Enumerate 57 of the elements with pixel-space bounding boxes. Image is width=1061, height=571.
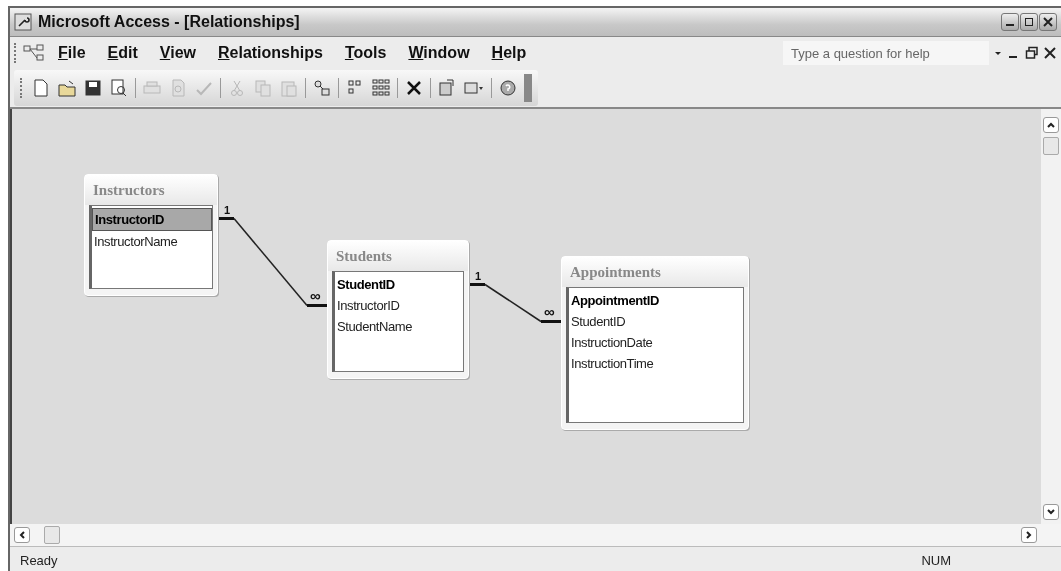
- close-icon: [1043, 17, 1053, 27]
- key-icon: [14, 13, 32, 31]
- restore-icon[interactable]: [1025, 46, 1039, 60]
- field-item[interactable]: StudentID: [335, 274, 463, 295]
- restore-button[interactable]: [1020, 13, 1038, 31]
- menu-item[interactable]: Tools: [335, 42, 396, 64]
- table-window[interactable]: Appointments AppointmentID StudentID InstructionDate InstructionTime: [561, 256, 749, 430]
- menu-item[interactable]: File: [49, 42, 95, 64]
- menu-item[interactable]: Window: [399, 42, 479, 64]
- up-chevron-icon: [1046, 120, 1056, 130]
- one-label: 1: [224, 203, 231, 216]
- field-item[interactable]: InstructorID: [335, 295, 463, 316]
- help-icon[interactable]: [498, 78, 518, 98]
- down-chevron-icon: [1046, 507, 1056, 517]
- relationships-icon[interactable]: [23, 44, 45, 62]
- window-title: Microsoft Access - [Relationships]: [38, 13, 301, 31]
- close-button[interactable]: [1039, 13, 1057, 31]
- field-item[interactable]: InstructorID: [92, 208, 212, 231]
- menu-item[interactable]: Help: [482, 42, 536, 64]
- one-label: 1: [475, 269, 482, 282]
- minimize-button[interactable]: [1001, 13, 1019, 31]
- field-item[interactable]: InstructionTime: [569, 353, 743, 374]
- scroll-thumb[interactable]: [44, 526, 60, 544]
- minimize-icon: [1006, 24, 1014, 26]
- status-text: Ready: [20, 552, 58, 568]
- relationship-line[interactable]: [233, 217, 308, 307]
- many-label: ∞: [310, 286, 321, 304]
- field-item[interactable]: InstructionDate: [569, 332, 743, 353]
- field-item[interactable]: InstructorName: [92, 231, 212, 252]
- right-chevron-icon: [1024, 530, 1034, 540]
- table-window[interactable]: Students StudentID InstructorID StudentName: [327, 240, 469, 379]
- new-file-icon[interactable]: [31, 78, 51, 98]
- menu-item[interactable]: Relationships: [209, 42, 332, 64]
- close-icon[interactable]: [1043, 46, 1057, 60]
- scroll-down-button[interactable]: [1043, 504, 1059, 520]
- open-folder-icon[interactable]: [57, 78, 77, 98]
- field-item[interactable]: AppointmentID: [569, 290, 743, 311]
- toolbar-options-handle[interactable]: [524, 74, 532, 102]
- relationship-line[interactable]: [484, 283, 542, 323]
- many-label: ∞: [544, 302, 555, 320]
- restore-icon: [1024, 17, 1034, 27]
- scroll-thumb[interactable]: [1043, 137, 1059, 155]
- left-chevron-icon: [17, 530, 27, 540]
- scroll-up-button[interactable]: [1043, 117, 1059, 133]
- scroll-left-button[interactable]: [14, 527, 30, 543]
- scroll-right-button[interactable]: [1021, 527, 1037, 543]
- grid-icon[interactable]: [371, 78, 391, 98]
- num-lock-indicator: NUM: [921, 552, 951, 568]
- preview-icon[interactable]: [109, 78, 129, 98]
- field-item[interactable]: StudentName: [335, 316, 463, 337]
- menu-item[interactable]: Edit: [98, 42, 147, 64]
- new-object-icon[interactable]: [437, 78, 457, 98]
- save-icon[interactable]: [83, 78, 103, 98]
- menu-item[interactable]: View: [150, 42, 205, 64]
- table-window[interactable]: Instructors InstructorID InstructorName: [84, 174, 218, 296]
- field-item[interactable]: StudentID: [569, 311, 743, 332]
- help-search-field[interactable]: Type a question for help: [783, 41, 989, 65]
